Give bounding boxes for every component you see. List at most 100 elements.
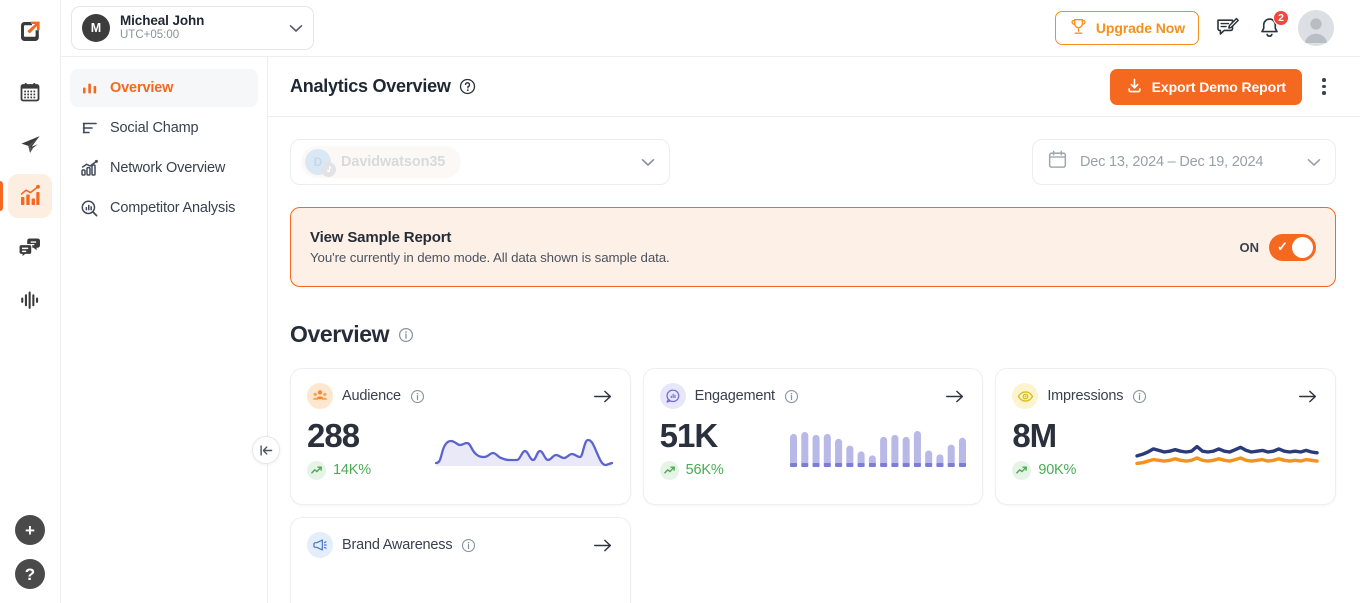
profile-selector[interactable]: M Micheal John UTC+05:00	[71, 6, 314, 50]
rail-item-monitor[interactable]	[8, 278, 52, 322]
toggle-knob	[1292, 236, 1313, 258]
growth-chart-icon	[80, 159, 99, 178]
date-range-value: Dec 13, 2024 – Dec 19, 2024	[1080, 154, 1264, 170]
trophy-icon	[1069, 17, 1088, 39]
card-value: 51K	[659, 417, 719, 454]
metric-cards: Audience 288 14K% Engagement 51K 56K% Im…	[290, 368, 1336, 603]
banner-title: View Sample Report	[310, 229, 452, 246]
info-circle-icon[interactable]	[410, 389, 425, 404]
card-title: Engagement	[694, 388, 775, 404]
rail-item-engage[interactable]	[8, 226, 52, 270]
socialchamp-logo-icon[interactable]	[11, 12, 49, 50]
card-metrics: 51K 56K%	[659, 417, 724, 480]
trend-up-icon	[1012, 460, 1032, 480]
card-body: 51K 56K%	[659, 417, 967, 480]
metric-card-impressions[interactable]: Impressions 8M 90K%	[995, 368, 1336, 505]
rail-item-calendar[interactable]	[8, 70, 52, 114]
metric-card-engagement[interactable]: Engagement 51K 56K%	[642, 368, 984, 505]
notification-badge: 2	[1273, 9, 1289, 26]
account-avatar: D	[305, 149, 336, 177]
chevron-down-icon	[641, 155, 655, 170]
help-button[interactable]: ?	[15, 559, 45, 589]
info-circle-icon[interactable]	[398, 327, 414, 343]
card-metrics: 288 14K%	[307, 417, 371, 480]
profile-texts: Micheal John UTC+05:00	[120, 13, 279, 42]
banner-subtitle: You're currently in demo mode. All data …	[310, 250, 670, 265]
info-circle-icon[interactable]	[784, 389, 799, 404]
date-range-selector[interactable]: Dec 13, 2024 – Dec 19, 2024	[1032, 139, 1336, 185]
card-body: 8M 90K%	[1012, 417, 1319, 480]
sidebar: Overview Social Champ Network Overview C…	[61, 0, 268, 603]
card-value: 8M	[1012, 417, 1057, 454]
card-metrics: 8M 90K%	[1012, 417, 1077, 480]
add-button[interactable]: +	[15, 515, 45, 545]
overview-title: Overview	[290, 321, 390, 347]
account-name: Davidwatson35	[341, 154, 446, 170]
sidebar-item-label: Social Champ	[110, 120, 199, 136]
trend-up-icon	[307, 460, 326, 480]
profile-name: Micheal John	[120, 13, 205, 29]
export-demo-report-button[interactable]: Export Demo Report	[1109, 68, 1302, 105]
upgrade-now-button[interactable]: Upgrade Now	[1054, 11, 1199, 45]
arrow-right-icon[interactable]	[592, 537, 614, 554]
icon-rail: + ?	[0, 0, 61, 603]
overview-section-header: Overview	[290, 321, 1336, 348]
avatar: M	[82, 14, 110, 42]
app-root: + ? Overview Social Champ Network Overvi…	[0, 0, 1360, 603]
main-header-actions: Export Demo Report	[1109, 68, 1336, 105]
sidebar-item-network-overview[interactable]: Network Overview	[70, 149, 258, 187]
card-value: 288	[307, 417, 360, 454]
more-vertical-icon[interactable]	[1312, 72, 1336, 102]
metric-card-brand-awareness[interactable]: Brand Awareness	[290, 517, 631, 603]
card-delta-value: 14K%	[333, 462, 371, 479]
chevron-down-icon	[289, 21, 303, 36]
audience-sparkline	[434, 427, 614, 474]
chat-bubbles-icon	[18, 238, 40, 259]
sidebar-collapse-button[interactable]	[252, 436, 280, 464]
account-pill: D Davidwatson35	[301, 146, 462, 178]
metric-card-audience[interactable]: Audience 288 14K%	[290, 368, 631, 505]
sidebar-item-label: Competitor Analysis	[110, 200, 236, 216]
rail-item-analytics[interactable]	[0, 174, 52, 218]
sample-report-banner: View Sample Report You're currently in d…	[290, 207, 1336, 287]
paper-plane-icon	[20, 135, 40, 153]
card-delta-value: 56K%	[685, 462, 724, 479]
card-delta-value: 90K%	[1038, 462, 1077, 479]
demo-mode-toggle[interactable]: ✓	[1269, 233, 1316, 261]
rail-item-publish[interactable]	[8, 122, 52, 166]
question-circle-icon[interactable]	[459, 78, 476, 95]
sidebar-item-social-champ[interactable]: Social Champ	[70, 109, 258, 147]
rail-items	[0, 70, 60, 322]
account-selector[interactable]: D Davidwatson35	[290, 139, 670, 185]
user-avatar[interactable]	[1298, 10, 1334, 46]
info-circle-icon[interactable]	[461, 538, 476, 553]
download-icon	[1126, 77, 1143, 97]
arrow-right-icon[interactable]	[944, 388, 966, 405]
main-content: D Davidwatson35 Dec 13, 2024 – Dec 19, 2…	[268, 117, 1360, 603]
card-delta: 56K%	[659, 460, 724, 480]
card-title: Audience	[342, 388, 401, 404]
trend-up-icon	[659, 460, 679, 480]
upgrade-now-label: Upgrade Now	[1095, 20, 1185, 36]
main-area: Analytics Overview Export Demo Report D …	[268, 57, 1360, 603]
export-demo-report-label: Export Demo Report	[1151, 78, 1286, 95]
top-header: M Micheal John UTC+05:00 Upgrade Now 2	[61, 0, 1360, 57]
sidebar-item-overview[interactable]: Overview	[70, 69, 258, 107]
analysis-search-icon	[80, 199, 99, 218]
notifications-button[interactable]: 2	[1257, 9, 1289, 41]
engagement-bar-sparkline	[790, 427, 967, 474]
chevron-down-icon	[1307, 155, 1321, 170]
compose-note-button[interactable]	[1215, 15, 1241, 41]
sidebar-item-competitor-analysis[interactable]: Competitor Analysis	[70, 189, 258, 227]
sidebar-nav: Overview Social Champ Network Overview C…	[61, 57, 267, 227]
arrow-right-icon[interactable]	[592, 388, 614, 405]
tiktok-icon	[321, 162, 336, 177]
card-body: 288 14K%	[307, 417, 614, 480]
list-lines-icon	[80, 119, 99, 138]
card-header: Impressions	[1012, 383, 1319, 409]
toggle-label: ON	[1239, 239, 1260, 255]
engagement-chat-icon	[659, 383, 686, 409]
card-header: Engagement	[659, 383, 967, 409]
info-circle-icon[interactable]	[1132, 389, 1147, 404]
arrow-right-icon[interactable]	[1297, 388, 1319, 405]
